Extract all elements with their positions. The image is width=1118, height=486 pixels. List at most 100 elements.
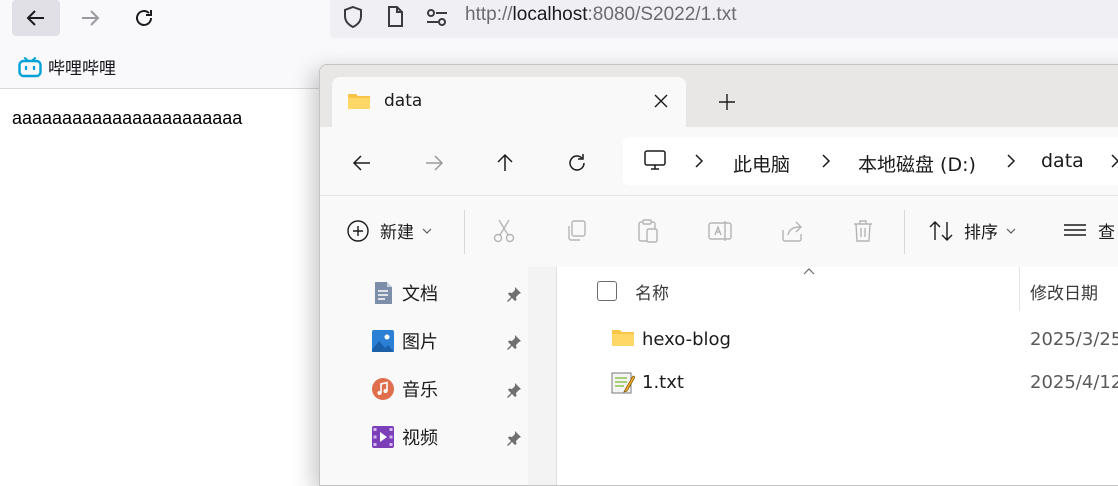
tab-data[interactable]: data	[332, 77, 686, 127]
nav-label: 视频	[402, 428, 438, 449]
paste-button[interactable]	[636, 218, 660, 244]
rename-button[interactable]	[707, 218, 733, 244]
plus-circle-icon	[347, 219, 369, 242]
chevron-right-icon[interactable]	[1005, 152, 1017, 170]
pin-icon[interactable]	[506, 286, 522, 302]
reload-button[interactable]	[120, 0, 168, 36]
pane-splitter[interactable]	[528, 267, 557, 485]
nav-item-documents[interactable]: 文档	[372, 278, 438, 308]
clipboard-icon	[638, 219, 658, 243]
sort-label: 排序	[964, 223, 998, 243]
page-icon[interactable]	[384, 2, 406, 32]
shield-icon[interactable]	[342, 2, 364, 32]
chevron-right-icon[interactable]	[693, 152, 705, 170]
documents-icon	[375, 282, 392, 304]
breadcrumb-data[interactable]: data	[1041, 150, 1084, 172]
file-row-hexo-blog[interactable]: hexo-blog 2025/3/25	[557, 319, 1118, 359]
back-button[interactable]	[342, 147, 382, 179]
nav-item-videos[interactable]: 视频	[372, 422, 438, 452]
close-icon	[654, 94, 668, 108]
text-file-icon	[611, 371, 635, 395]
folder-icon	[611, 328, 635, 348]
file-date: 2025/4/12	[1030, 372, 1118, 393]
computer-icon[interactable]	[643, 149, 667, 171]
copy-button[interactable]	[564, 218, 588, 244]
delete-button[interactable]	[851, 218, 875, 244]
file-name: hexo-blog	[642, 329, 731, 350]
list-view-icon	[1064, 223, 1086, 236]
nav-label: 音乐	[402, 380, 438, 401]
forward-button[interactable]	[66, 0, 114, 36]
breadcrumb[interactable]: 此电脑 本地磁盘 (D:) data	[623, 137, 1118, 185]
back-button[interactable]	[12, 0, 60, 36]
file-list: 名称 修改日期 hexo-blog 2025/3/25 1.txt 2025/4…	[557, 267, 1118, 485]
file-name: 1.txt	[642, 372, 684, 393]
up-button[interactable]	[485, 147, 525, 179]
nav-item-music[interactable]: 音乐	[372, 374, 438, 404]
url-host: localhost	[512, 4, 588, 25]
url-path: :8080/S2022/1.txt	[587, 4, 737, 25]
back-arrow-icon	[26, 10, 44, 26]
new-label: 新建	[380, 223, 414, 243]
forward-button[interactable]	[414, 147, 454, 179]
bookmark-label: 哔哩哔哩	[48, 59, 116, 79]
forward-arrow-icon	[426, 155, 444, 171]
browser-toolbar: http://localhost:8080/S2022/1.txt	[0, 0, 1118, 40]
sort-ascending-icon	[803, 267, 815, 275]
refresh-button[interactable]	[557, 147, 597, 179]
select-all-checkbox[interactable]	[597, 281, 617, 301]
tab-title: data	[384, 91, 423, 111]
file-date: 2025/3/25	[1030, 329, 1118, 350]
divider	[464, 210, 465, 254]
sort-button[interactable]: 排序	[928, 218, 1018, 243]
bilibili-icon	[18, 56, 42, 77]
bookmark-bilibili[interactable]: 哔哩哔哩	[18, 54, 116, 79]
permissions-icon[interactable]	[424, 2, 450, 32]
forward-arrow-icon	[82, 10, 100, 26]
nav-item-pictures[interactable]: 图片	[372, 326, 438, 356]
new-button[interactable]: 新建	[346, 218, 434, 243]
up-arrow-icon	[497, 153, 513, 171]
videos-icon	[372, 426, 394, 448]
share-button[interactable]	[779, 218, 805, 244]
navigation-pane: 文档 图片 音乐 视频	[320, 267, 528, 485]
breadcrumb-this-pc[interactable]: 此电脑	[733, 150, 790, 177]
url-scheme: http://	[465, 4, 513, 25]
column-divider[interactable]	[1019, 267, 1020, 311]
folder-icon	[347, 91, 371, 111]
view-label: 查	[1098, 223, 1115, 243]
share-icon	[782, 221, 802, 242]
new-tab-button[interactable]	[714, 89, 740, 115]
rename-icon	[708, 221, 732, 241]
back-arrow-icon	[352, 155, 370, 171]
breadcrumb-local-disk[interactable]: 本地磁盘 (D:)	[858, 150, 976, 177]
column-header-name[interactable]: 名称	[635, 279, 669, 304]
trash-icon	[854, 220, 872, 242]
file-explorer-window: data 此电脑 本地磁盘 (D:) data 新建 排序 查 文档 图片 音乐…	[319, 64, 1118, 486]
view-button[interactable]: 查	[1062, 218, 1115, 243]
music-icon	[372, 378, 394, 400]
nav-label: 图片	[402, 332, 438, 353]
column-header-modified[interactable]: 修改日期	[1030, 279, 1098, 304]
url-text[interactable]: http://localhost:8080/S2022/1.txt	[465, 4, 736, 26]
cut-button[interactable]	[492, 218, 516, 244]
nav-label: 文档	[402, 284, 438, 305]
pin-icon[interactable]	[506, 382, 522, 398]
file-row-1-txt[interactable]: 1.txt 2025/4/12	[557, 362, 1118, 402]
pin-icon[interactable]	[506, 334, 522, 350]
copy-icon	[568, 220, 586, 241]
url-bar[interactable]: http://localhost:8080/S2022/1.txt	[330, 0, 1118, 38]
chevron-right-icon[interactable]	[1109, 152, 1118, 170]
chevron-down-icon	[1006, 228, 1016, 234]
chevron-right-icon[interactable]	[820, 152, 832, 170]
pin-icon[interactable]	[506, 430, 522, 446]
close-tab-button[interactable]	[650, 90, 672, 112]
command-bar: 新建 排序 查	[320, 195, 1118, 268]
plus-icon	[719, 94, 735, 110]
address-row: 此电脑 本地磁盘 (D:) data	[320, 127, 1118, 195]
divider	[904, 210, 905, 254]
scissors-icon	[493, 219, 515, 243]
page-text: aaaaaaaaaaaaaaaaaaaaaaa	[12, 108, 243, 128]
pictures-icon	[372, 330, 394, 352]
tab-strip: data	[320, 65, 1118, 127]
